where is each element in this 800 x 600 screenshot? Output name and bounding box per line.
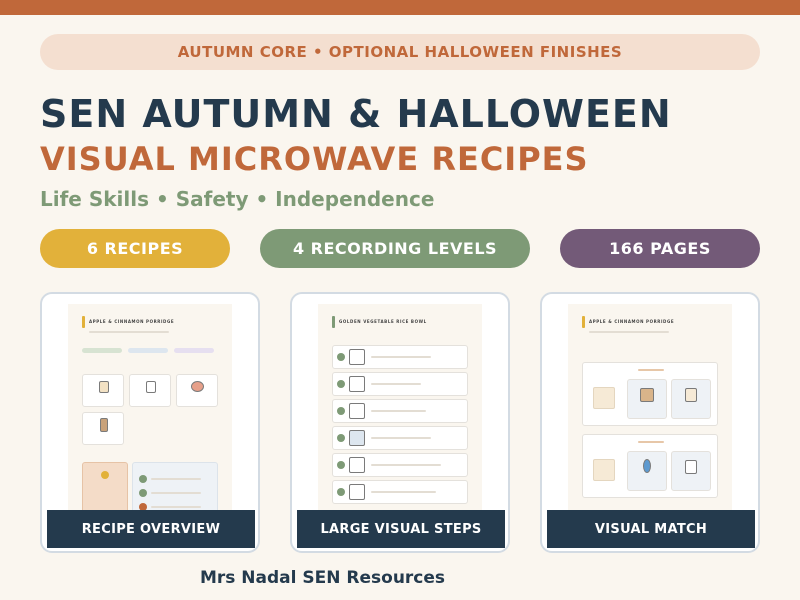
card-caption: VISUAL MATCH — [547, 510, 755, 548]
pages-count-badge: 166 PAGES — [560, 229, 760, 268]
preview-line — [151, 492, 201, 494]
match-option — [671, 451, 711, 491]
card-caption: LARGE VISUAL STEPS — [297, 510, 505, 548]
recipes-count-badge: 6 RECIPES — [40, 229, 230, 268]
step-row — [332, 372, 468, 396]
preview-line — [638, 441, 664, 443]
step-row — [332, 453, 468, 477]
preview-title: APPLE & CINNAMON PORRIDGE — [589, 319, 675, 324]
step-number — [337, 461, 345, 469]
step-icon — [349, 403, 365, 419]
step-row — [332, 399, 468, 423]
step-row — [332, 426, 468, 450]
water-drop-icon — [643, 459, 651, 473]
preview-chip — [174, 348, 214, 353]
preview-chip — [128, 348, 168, 353]
visual-match-preview: APPLE & CINNAMON PORRIDGE — [568, 304, 732, 519]
preview-line — [638, 369, 664, 371]
match-panel — [582, 434, 718, 498]
ingredient-tile — [82, 412, 124, 445]
list-bullet — [139, 475, 147, 483]
recipe-overview-preview: APPLE & CINNAMON PORRIDGE — [68, 304, 232, 519]
preview-line — [371, 437, 431, 439]
ingredient-tile — [176, 374, 218, 407]
step-row — [332, 480, 468, 504]
preview-line — [589, 331, 669, 333]
card-caption: RECIPE OVERVIEW — [47, 510, 255, 548]
preview-line — [151, 506, 201, 508]
step-row — [332, 345, 468, 369]
step-number — [337, 353, 345, 361]
milk-icon — [593, 459, 615, 481]
cinnamon-icon — [100, 418, 108, 432]
visual-match-card: APPLE & CINNAMON PORRIDGE VISUAL MATCH — [540, 292, 760, 553]
apple-icon — [191, 381, 204, 392]
top-accent-bar — [0, 0, 800, 15]
step-icon — [349, 376, 365, 392]
step-icon — [349, 430, 365, 446]
match-option — [627, 379, 667, 419]
preview-line — [371, 356, 431, 358]
step-icon — [349, 349, 365, 365]
visual-steps-card: GOLDEN VEGETABLE RICE BOWL LARGE VISUAL … — [290, 292, 510, 553]
recording-levels-badge: 4 RECORDING LEVELS — [260, 229, 530, 268]
preview-line — [151, 478, 201, 480]
preview-line — [89, 331, 169, 333]
oats-icon — [685, 388, 697, 402]
preview-line — [371, 410, 426, 412]
visual-steps-preview: GOLDEN VEGETABLE RICE BOWL — [318, 304, 482, 519]
page-subtitle-title: VISUAL MICROWAVE RECIPES — [40, 140, 589, 178]
recipe-overview-card: APPLE & CINNAMON PORRIDGE RECIPE OVERVIE… — [40, 292, 260, 553]
preview-title: GOLDEN VEGETABLE RICE BOWL — [339, 319, 427, 324]
step-number — [337, 380, 345, 388]
preview-accent-bar — [82, 316, 85, 328]
match-option — [627, 451, 667, 491]
preview-title: APPLE & CINNAMON PORRIDGE — [89, 319, 175, 324]
tagline-skills: Life Skills • Safety • Independence — [40, 187, 435, 211]
preview-line — [371, 383, 421, 385]
tagline-banner: AUTUMN CORE • OPTIONAL HALLOWEEN FINISHE… — [40, 34, 760, 70]
preview-line — [371, 491, 436, 493]
oats-icon — [593, 387, 615, 409]
ingredient-tile — [82, 374, 124, 407]
match-option — [671, 379, 711, 419]
footer-brand: Mrs Nadal SEN Resources — [199, 568, 446, 588]
preview-accent-bar — [582, 316, 585, 328]
step-icon — [349, 484, 365, 500]
step-number — [337, 488, 345, 496]
milk-icon — [685, 460, 697, 474]
preview-accent-bar — [332, 316, 335, 328]
page-title: SEN AUTUMN & HALLOWEEN — [40, 92, 672, 136]
step-number — [337, 407, 345, 415]
list-bullet — [139, 489, 147, 497]
toast-icon — [640, 388, 654, 402]
step-icon — [349, 457, 365, 473]
milk-icon — [146, 381, 156, 393]
match-panel — [582, 362, 718, 426]
ingredient-tile — [129, 374, 171, 407]
oats-icon — [99, 381, 109, 393]
safety-icon — [101, 471, 109, 479]
step-number — [337, 434, 345, 442]
preview-chip — [82, 348, 122, 353]
preview-line — [371, 464, 441, 466]
